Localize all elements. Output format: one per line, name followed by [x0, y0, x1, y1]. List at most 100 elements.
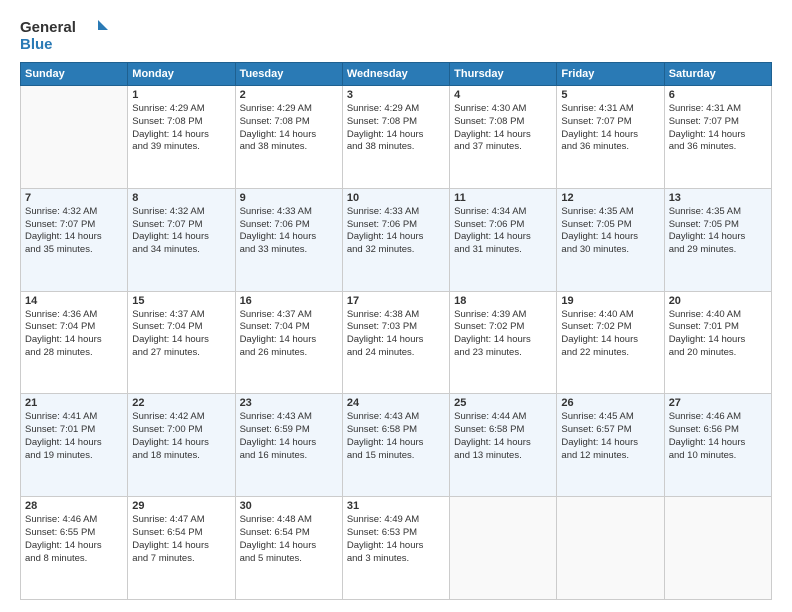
day-cell: 17 Sunrise: 4:38 AMSunset: 7:03 PMDayligh…	[342, 291, 449, 394]
day-number: 16	[240, 295, 338, 307]
day-cell	[557, 497, 664, 600]
day-number: 9	[240, 192, 338, 204]
logo: General Blue	[20, 16, 110, 54]
day-info: Sunrise: 4:44 AMSunset: 6:58 PMDaylight:…	[454, 411, 552, 462]
day-cell: 26Sunrise: 4:45 AMSunset: 6:57 PMDayligh…	[557, 394, 664, 497]
col-header-friday: Friday	[557, 63, 664, 86]
day-info: Sunrise: 4:33 AMSunset: 7:06 PMDaylight:…	[240, 206, 338, 257]
calendar-header-row: SundayMondayTuesdayWednesdayThursdayFrid…	[21, 63, 772, 86]
day-info: Sunrise: 4:36 AMSunset: 7:04 PMDaylight:…	[25, 309, 123, 360]
logo-svg: General Blue	[20, 16, 110, 54]
calendar-table: SundayMondayTuesdayWednesdayThursdayFrid…	[20, 62, 772, 600]
day-number: 18	[454, 295, 552, 307]
day-number: 7	[25, 192, 123, 204]
day-number: 29	[132, 500, 230, 512]
day-info: Sunrise: 4:49 AMSunset: 6:53 PMDaylight:…	[347, 514, 445, 565]
day-cell: 19Sunrise: 4:40 AMSunset: 7:02 PMDayligh…	[557, 291, 664, 394]
day-cell: 12 Sunrise: 4:35 AMSunset: 7:05 PMDayligh…	[557, 188, 664, 291]
day-info: Sunrise: 4:29 AMSunset: 7:08 PMDaylight:…	[240, 103, 338, 154]
day-cell: 18 Sunrise: 4:39 AMSunset: 7:02 PMDayligh…	[450, 291, 557, 394]
col-header-saturday: Saturday	[664, 63, 771, 86]
day-number: 12	[561, 192, 659, 204]
day-info: Sunrise: 4:46 AMSunset: 6:56 PMDaylight:…	[669, 411, 767, 462]
day-cell: 3 Sunrise: 4:29 AMSunset: 7:08 PMDaylight…	[342, 86, 449, 189]
day-info: Sunrise: 4:35 AMSunset: 7:05 PMDaylight:…	[561, 206, 659, 257]
page: General Blue SundayMondayTuesdayWednesda…	[0, 0, 792, 612]
day-info: Sunrise: 4:31 AMSunset: 7:07 PMDaylight:…	[561, 103, 659, 154]
day-number: 13	[669, 192, 767, 204]
day-number: 30	[240, 500, 338, 512]
day-cell: 30 Sunrise: 4:48 AMSunset: 6:54 PMDayligh…	[235, 497, 342, 600]
day-cell: 23 Sunrise: 4:43 AMSunset: 6:59 PMDayligh…	[235, 394, 342, 497]
day-cell: 4Sunrise: 4:30 AMSunset: 7:08 PMDaylight…	[450, 86, 557, 189]
day-number: 15	[132, 295, 230, 307]
day-number: 1	[132, 89, 230, 101]
header: General Blue	[20, 16, 772, 54]
day-number: 31	[347, 500, 445, 512]
day-number: 21	[25, 397, 123, 409]
day-info: Sunrise: 4:43 AMSunset: 6:58 PMDaylight:…	[347, 411, 445, 462]
day-cell: 5 Sunrise: 4:31 AMSunset: 7:07 PMDaylight…	[557, 86, 664, 189]
day-number: 17	[347, 295, 445, 307]
day-cell	[450, 497, 557, 600]
day-cell: 15Sunrise: 4:37 AMSunset: 7:04 PMDayligh…	[128, 291, 235, 394]
day-info: Sunrise: 4:39 AMSunset: 7:02 PMDaylight:…	[454, 309, 552, 360]
day-number: 24	[347, 397, 445, 409]
day-cell: 11Sunrise: 4:34 AMSunset: 7:06 PMDayligh…	[450, 188, 557, 291]
col-header-wednesday: Wednesday	[342, 63, 449, 86]
day-cell: 20Sunrise: 4:40 AMSunset: 7:01 PMDayligh…	[664, 291, 771, 394]
day-info: Sunrise: 4:43 AMSunset: 6:59 PMDaylight:…	[240, 411, 338, 462]
day-info: Sunrise: 4:31 AMSunset: 7:07 PMDaylight:…	[669, 103, 767, 154]
day-cell: 29Sunrise: 4:47 AMSunset: 6:54 PMDayligh…	[128, 497, 235, 600]
day-info: Sunrise: 4:35 AMSunset: 7:05 PMDaylight:…	[669, 206, 767, 257]
day-cell: 2Sunrise: 4:29 AMSunset: 7:08 PMDaylight…	[235, 86, 342, 189]
day-info: Sunrise: 4:48 AMSunset: 6:54 PMDaylight:…	[240, 514, 338, 565]
day-cell: 13 Sunrise: 4:35 AMSunset: 7:05 PMDayligh…	[664, 188, 771, 291]
svg-text:General: General	[20, 19, 76, 36]
day-info: Sunrise: 4:41 AMSunset: 7:01 PMDaylight:…	[25, 411, 123, 462]
day-cell: 28 Sunrise: 4:46 AMSunset: 6:55 PMDayligh…	[21, 497, 128, 600]
day-info: Sunrise: 4:38 AMSunset: 7:03 PMDaylight:…	[347, 309, 445, 360]
svg-text:Blue: Blue	[20, 36, 53, 53]
day-number: 3	[347, 89, 445, 101]
day-info: Sunrise: 4:33 AMSunset: 7:06 PMDaylight:…	[347, 206, 445, 257]
day-number: 11	[454, 192, 552, 204]
day-cell: 16 Sunrise: 4:37 AMSunset: 7:04 PMDayligh…	[235, 291, 342, 394]
day-cell: 22 Sunrise: 4:42 AMSunset: 7:00 PMDayligh…	[128, 394, 235, 497]
day-number: 4	[454, 89, 552, 101]
week-row-4: 21 Sunrise: 4:41 AMSunset: 7:01 PMDayligh…	[21, 394, 772, 497]
day-cell: 7 Sunrise: 4:32 AMSunset: 7:07 PMDaylight…	[21, 188, 128, 291]
week-row-1: 1 Sunrise: 4:29 AMSunset: 7:08 PMDaylight…	[21, 86, 772, 189]
day-cell: 14 Sunrise: 4:36 AMSunset: 7:04 PMDayligh…	[21, 291, 128, 394]
day-cell: 6Sunrise: 4:31 AMSunset: 7:07 PMDaylight…	[664, 86, 771, 189]
day-cell: 25Sunrise: 4:44 AMSunset: 6:58 PMDayligh…	[450, 394, 557, 497]
day-cell: 24 Sunrise: 4:43 AMSunset: 6:58 PMDayligh…	[342, 394, 449, 497]
day-cell: 8 Sunrise: 4:32 AMSunset: 7:07 PMDaylight…	[128, 188, 235, 291]
day-cell	[664, 497, 771, 600]
day-info: Sunrise: 4:32 AMSunset: 7:07 PMDaylight:…	[25, 206, 123, 257]
day-number: 28	[25, 500, 123, 512]
col-header-monday: Monday	[128, 63, 235, 86]
day-info: Sunrise: 4:29 AMSunset: 7:08 PMDaylight:…	[347, 103, 445, 154]
week-row-3: 14 Sunrise: 4:36 AMSunset: 7:04 PMDayligh…	[21, 291, 772, 394]
day-info: Sunrise: 4:32 AMSunset: 7:07 PMDaylight:…	[132, 206, 230, 257]
day-number: 14	[25, 295, 123, 307]
day-cell: 27Sunrise: 4:46 AMSunset: 6:56 PMDayligh…	[664, 394, 771, 497]
day-number: 8	[132, 192, 230, 204]
day-info: Sunrise: 4:46 AMSunset: 6:55 PMDaylight:…	[25, 514, 123, 565]
day-number: 10	[347, 192, 445, 204]
day-number: 5	[561, 89, 659, 101]
col-header-thursday: Thursday	[450, 63, 557, 86]
day-cell: 10 Sunrise: 4:33 AMSunset: 7:06 PMDayligh…	[342, 188, 449, 291]
day-cell: 9 Sunrise: 4:33 AMSunset: 7:06 PMDaylight…	[235, 188, 342, 291]
day-info: Sunrise: 4:40 AMSunset: 7:01 PMDaylight:…	[669, 309, 767, 360]
day-number: 23	[240, 397, 338, 409]
day-cell	[21, 86, 128, 189]
day-number: 19	[561, 295, 659, 307]
col-header-sunday: Sunday	[21, 63, 128, 86]
day-info: Sunrise: 4:37 AMSunset: 7:04 PMDaylight:…	[240, 309, 338, 360]
day-number: 22	[132, 397, 230, 409]
day-cell: 1Sunrise: 4:29 AMSunset: 7:08 PMDaylight…	[128, 86, 235, 189]
day-info: Sunrise: 4:45 AMSunset: 6:57 PMDaylight:…	[561, 411, 659, 462]
day-info: Sunrise: 4:42 AMSunset: 7:00 PMDaylight:…	[132, 411, 230, 462]
